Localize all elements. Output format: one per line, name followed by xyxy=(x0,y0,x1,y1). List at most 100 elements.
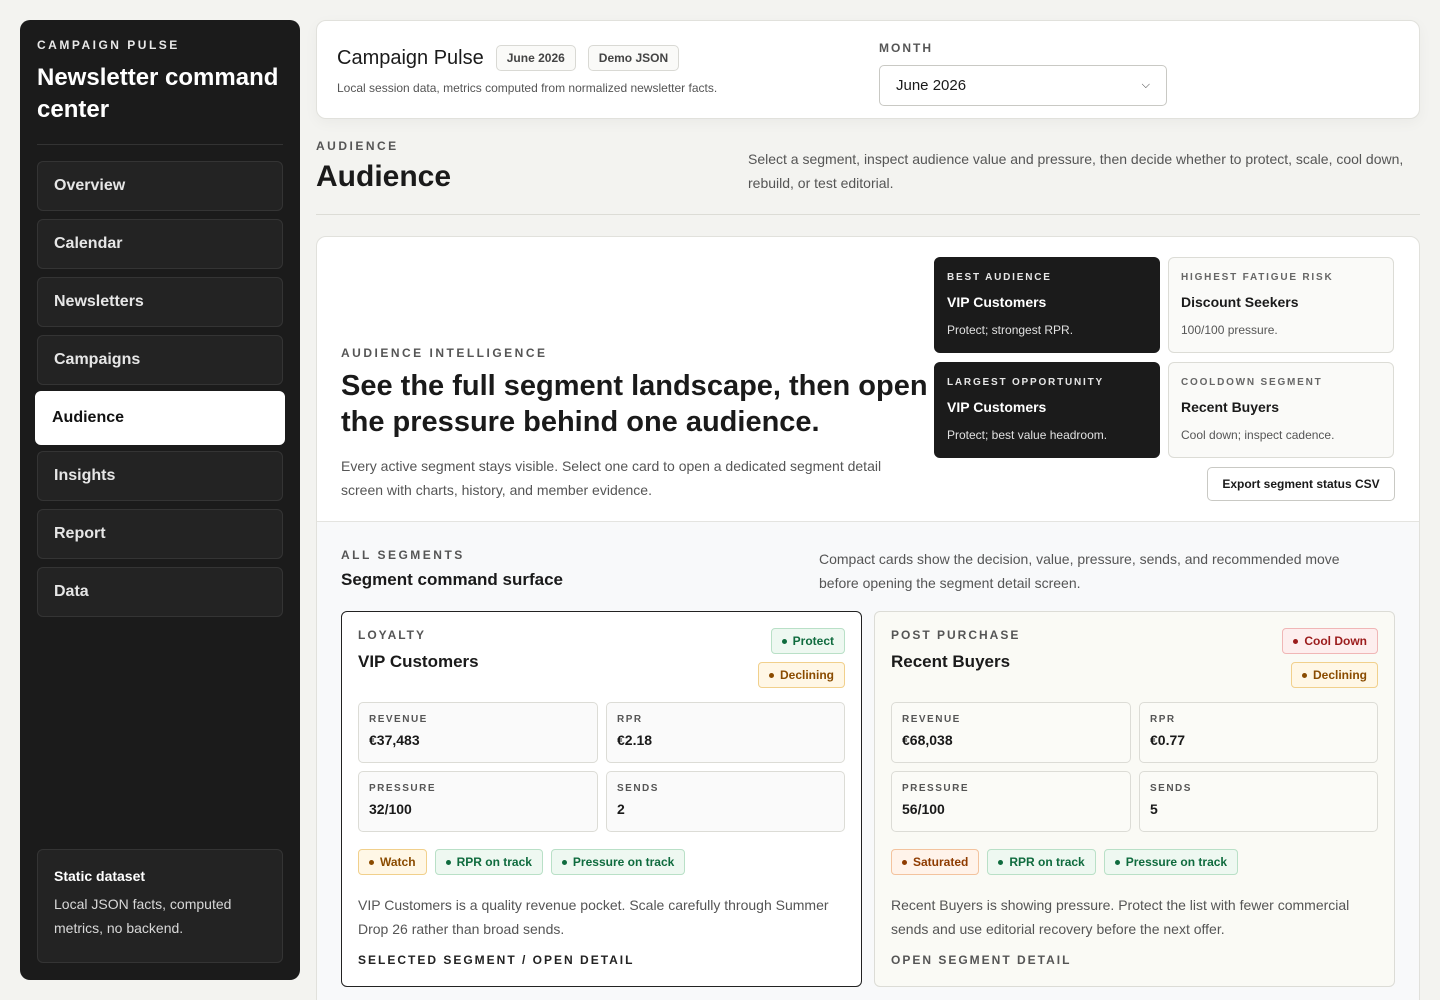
rpr-tag-label: RPR on track xyxy=(1009,855,1085,869)
metric-label: REVENUE xyxy=(369,714,428,725)
top-bar-title-row: Campaign Pulse June 2026 Demo JSON xyxy=(337,45,1399,71)
segment-card-vip-customers[interactable]: LOYALTY VIP Customers Protect Declining … xyxy=(341,611,862,987)
page-title: Audience xyxy=(316,160,452,193)
month-select[interactable]: June 2026 ⌵ xyxy=(879,65,1167,106)
trend-badge-label: Declining xyxy=(1312,668,1367,682)
highest-fatigue-risk-card[interactable]: HIGHEST FATIGUE RISK Discount Seekers 10… xyxy=(1168,257,1394,353)
metric-value: €0.77 xyxy=(1150,732,1186,748)
segments-description: Compact cards show the decision, value, … xyxy=(819,551,1340,591)
status-tag: Watch xyxy=(358,849,427,875)
metric-pressure: PRESSURE 32/100 xyxy=(358,771,598,832)
segment-metrics: REVENUE €37,483 RPR €2.18 PRESSURE 32/10… xyxy=(358,702,845,832)
segment-card-recent-buyers[interactable]: POST PURCHASE Recent Buyers Cool Down De… xyxy=(874,611,1395,987)
dataset-info-title: Static dataset xyxy=(54,868,146,884)
stat-card-text: 100/100 pressure. xyxy=(1181,323,1278,337)
stat-card-title: Recent Buyers xyxy=(1181,399,1280,415)
segment-tags: Watch RPR on track Pressure on track xyxy=(358,849,845,875)
page-eyebrow: AUDIENCE xyxy=(316,139,399,153)
nav-item-report[interactable]: Report xyxy=(37,509,283,559)
sidebar-eyebrow: CAMPAIGN PULSE xyxy=(37,38,180,52)
sidebar-divider xyxy=(37,144,283,145)
app-title: Campaign Pulse xyxy=(337,46,484,69)
metric-value: €68,038 xyxy=(902,732,953,748)
metric-label: REVENUE xyxy=(902,714,961,725)
dot-icon xyxy=(781,638,787,644)
nav-item-newsletters[interactable]: Newsletters xyxy=(37,277,283,327)
audience-panel: AUDIENCE INTELLIGENCE See the full segme… xyxy=(316,236,1420,1000)
metric-rpr: RPR €0.77 xyxy=(1139,702,1378,763)
segment-tags: Saturated RPR on track Pressure on track xyxy=(891,849,1378,875)
trend-badge-label: Declining xyxy=(779,668,834,682)
hero-eyebrow: AUDIENCE INTELLIGENCE xyxy=(341,346,548,360)
stat-card-text: Protect; best value headroom. xyxy=(947,428,1108,442)
dot-icon xyxy=(369,859,374,865)
dataset-info-card: Static dataset Local JSON facts, compute… xyxy=(37,849,283,963)
stat-card-title: VIP Customers xyxy=(947,399,1047,415)
segment-open-detail-link[interactable]: OPEN SEGMENT DETAIL xyxy=(891,953,1378,967)
segments-eyebrow: ALL SEGMENTS xyxy=(341,548,465,562)
dot-icon xyxy=(1301,672,1307,678)
nav-item-calendar[interactable]: Calendar xyxy=(37,219,283,269)
metric-sends: SENDS 5 xyxy=(1139,771,1378,832)
hero-description: Every active segment stays visible. Sele… xyxy=(341,458,882,498)
nav-item-data[interactable]: Data xyxy=(37,567,283,617)
sidebar-nav: Overview Calendar Newsletters Campaigns … xyxy=(35,161,285,617)
app-subtitle: Local session data, metrics computed fro… xyxy=(337,81,718,95)
segments-section: ALL SEGMENTS Segment command surface Com… xyxy=(317,521,1419,1000)
dot-icon xyxy=(902,859,907,865)
export-segment-csv-button[interactable]: Export segment status CSV xyxy=(1207,467,1395,501)
dot-icon xyxy=(1293,638,1299,644)
metric-value: €37,483 xyxy=(369,732,420,748)
metric-label: RPR xyxy=(617,714,643,725)
metric-label: PRESSURE xyxy=(369,783,437,794)
hero-title: See the full segment landscape, then ope… xyxy=(341,370,928,438)
pressure-tag-label: Pressure on track xyxy=(572,855,675,869)
metric-value: 56/100 xyxy=(902,801,945,817)
dot-icon xyxy=(445,859,451,865)
status-tag: Saturated xyxy=(891,849,980,875)
metric-rpr: RPR €2.18 xyxy=(606,702,845,763)
dot-icon xyxy=(1114,859,1120,865)
decision-badge: Protect xyxy=(770,628,845,654)
metric-label: SENDS xyxy=(617,783,659,794)
cooldown-segment-card[interactable]: COOLDOWN SEGMENT Recent Buyers Cool down… xyxy=(1168,362,1394,458)
dataset-info-text: Local JSON facts, computed metrics, no b… xyxy=(54,896,232,936)
rpr-tag: RPR on track xyxy=(434,849,543,875)
stat-card-text: Cool down; inspect cadence. xyxy=(1181,428,1335,442)
pressure-tag: Pressure on track xyxy=(550,849,686,875)
stat-card-title: Discount Seekers xyxy=(1181,294,1299,310)
sidebar-title: Newsletter command center xyxy=(37,64,279,123)
largest-opportunity-card[interactable]: LARGEST OPPORTUNITY VIP Customers Protec… xyxy=(934,362,1160,458)
status-tag-label: Watch xyxy=(380,855,416,869)
segment-badges: Protect Declining xyxy=(757,628,845,688)
metric-revenue: REVENUE €68,038 xyxy=(891,702,1131,763)
stat-card-eyebrow: BEST AUDIENCE xyxy=(947,272,1052,283)
top-bar: Campaign Pulse June 2026 Demo JSON Local… xyxy=(316,20,1420,119)
status-tag-label: Saturated xyxy=(913,855,969,869)
stat-card-eyebrow: COOLDOWN SEGMENT xyxy=(1181,377,1323,388)
nav-item-overview[interactable]: Overview xyxy=(37,161,283,211)
segment-summary: VIP Customers is a quality revenue pocke… xyxy=(358,897,829,937)
nav-item-audience[interactable]: Audience xyxy=(35,391,285,445)
metric-value: €2.18 xyxy=(617,732,653,748)
month-pill: June 2026 xyxy=(495,45,576,71)
decision-badge: Cool Down xyxy=(1282,628,1378,654)
pressure-tag-label: Pressure on track xyxy=(1125,855,1228,869)
nav-item-campaigns[interactable]: Campaigns xyxy=(37,335,283,385)
metric-value: 5 xyxy=(1150,801,1158,817)
metric-label: SENDS xyxy=(1150,783,1192,794)
decision-badge-label: Cool Down xyxy=(1304,634,1367,648)
segment-summary: Recent Buyers is showing pressure. Prote… xyxy=(891,897,1350,937)
page-description: Select a segment, inspect audience value… xyxy=(748,151,1404,191)
metric-label: RPR xyxy=(1150,714,1176,725)
stat-card-title: VIP Customers xyxy=(947,294,1047,310)
month-label: MONTH xyxy=(879,41,933,55)
nav-item-insights[interactable]: Insights xyxy=(37,451,283,501)
pressure-tag: Pressure on track xyxy=(1103,849,1239,875)
metric-value: 32/100 xyxy=(369,801,412,817)
best-audience-card[interactable]: BEST AUDIENCE VIP Customers Protect; str… xyxy=(934,257,1160,353)
metric-sends: SENDS 2 xyxy=(606,771,845,832)
metric-pressure: PRESSURE 56/100 xyxy=(891,771,1131,832)
trend-badge: Declining xyxy=(1290,662,1378,688)
segment-open-detail-link[interactable]: SELECTED SEGMENT / OPEN DETAIL xyxy=(358,953,845,967)
